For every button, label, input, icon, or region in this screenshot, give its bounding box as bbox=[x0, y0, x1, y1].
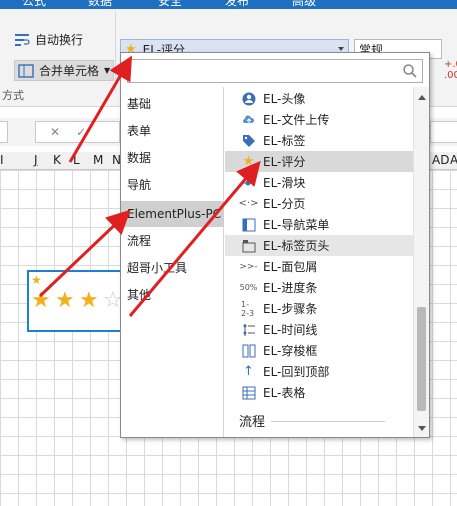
menu-icon bbox=[241, 217, 256, 232]
section-heading: 流程 bbox=[239, 415, 266, 430]
filled-star-icon[interactable]: ★ bbox=[79, 290, 99, 312]
component-item[interactable]: <·> EL-分页 bbox=[225, 193, 413, 214]
component-item[interactable]: EL-表格 bbox=[225, 382, 413, 403]
category-item[interactable]: 流程 bbox=[121, 228, 224, 254]
formula-input[interactable] bbox=[430, 121, 457, 143]
filled-star-icon[interactable]: ★ bbox=[31, 290, 51, 312]
dropdown-arrow-icon[interactable] bbox=[338, 47, 344, 51]
transfer-icon bbox=[241, 343, 256, 358]
category-item[interactable]: 超哥小工具 bbox=[121, 255, 224, 281]
vertical-scrollbar[interactable] bbox=[413, 87, 429, 437]
merge-cells-button[interactable]: 合并单元格 ▼ bbox=[14, 60, 115, 81]
component-item[interactable]: EL-导航菜单 bbox=[225, 214, 413, 235]
wrap-text-label: 自动换行 bbox=[35, 33, 84, 47]
component-item[interactable]: EL-穿梭框 bbox=[225, 340, 413, 361]
category-item[interactable]: 数据 bbox=[121, 145, 224, 171]
column-header-cell[interactable]: M bbox=[93, 153, 103, 167]
column-header-cell[interactable]: K bbox=[53, 153, 61, 167]
column-header-cell[interactable]: A bbox=[450, 153, 457, 167]
component-search-input[interactable] bbox=[127, 59, 423, 83]
component-item[interactable]: EL-标签页头 bbox=[225, 235, 413, 256]
cancel-icon[interactable]: ✕ bbox=[50, 125, 60, 139]
component-item-selected[interactable]: ★ EL-评分 bbox=[225, 151, 413, 172]
rating-widget-cell[interactable]: ★ ★ ★ ★ ☆ bbox=[27, 270, 131, 332]
component-item[interactable]: EL-滑块 bbox=[225, 172, 413, 193]
component-item[interactable]: 1-2-3 EL-步骤条 bbox=[225, 298, 413, 319]
progress-icon: 50% bbox=[239, 283, 258, 292]
scroll-down-icon[interactable] bbox=[418, 426, 426, 431]
category-list: 基础 表单 数据 导航 ElementPlus-PC 流程 超哥小工具 其他 bbox=[121, 87, 224, 437]
timeline-icon bbox=[241, 322, 256, 337]
column-header-cell[interactable]: J bbox=[34, 153, 38, 167]
tab-security[interactable]: 安全 bbox=[158, 0, 182, 8]
table-icon bbox=[241, 385, 256, 400]
name-box[interactable] bbox=[0, 121, 8, 143]
backtop-icon: ↑ bbox=[243, 364, 254, 379]
ribbon-group-caption: 方式 bbox=[2, 89, 24, 102]
component-item[interactable]: EL-标签 bbox=[225, 130, 413, 151]
tabs-icon bbox=[241, 238, 256, 253]
section-divider bbox=[271, 421, 385, 422]
upload-icon bbox=[241, 112, 256, 127]
confirm-icon[interactable]: ✓ bbox=[76, 125, 86, 139]
breadcrumb-icon: >>- bbox=[239, 261, 258, 272]
component-item[interactable]: EL-文件上传 bbox=[225, 109, 413, 130]
wrap-text-button[interactable]: 自动换行 bbox=[14, 31, 83, 48]
avatar-icon bbox=[241, 91, 256, 106]
decimal-format-icon[interactable]: +.0.00 bbox=[444, 59, 457, 81]
category-item[interactable]: 其他 bbox=[121, 282, 224, 308]
rate-star-icon: ★ bbox=[31, 273, 42, 287]
chevron-down-icon[interactable]: ▼ bbox=[104, 66, 110, 75]
component-list: EL-头像 EL-文件上传 EL-标签 ★ EL-评分 EL-滑块 <·> EL… bbox=[225, 87, 413, 437]
category-item[interactable]: 导航 bbox=[121, 172, 224, 198]
ribbon-divider bbox=[115, 11, 116, 91]
wrap-text-icon bbox=[15, 33, 30, 46]
component-picker-popup: 基础 表单 数据 导航 ElementPlus-PC 流程 超哥小工具 其他 E… bbox=[120, 52, 430, 438]
component-item[interactable]: EL-时间线 bbox=[225, 319, 413, 340]
component-item[interactable]: 50% EL-进度条 bbox=[225, 277, 413, 298]
component-item[interactable]: >>- EL-面包屑 bbox=[225, 256, 413, 277]
steps-icon: 1-2-3 bbox=[241, 299, 255, 318]
category-item[interactable]: 表单 bbox=[121, 118, 224, 144]
category-item[interactable]: 基础 bbox=[121, 91, 224, 117]
column-header-cell[interactable]: L bbox=[73, 153, 80, 167]
tab-advanced[interactable]: 高级 bbox=[292, 0, 316, 8]
rate-star-icon: ★ bbox=[242, 154, 255, 169]
filled-star-icon[interactable]: ★ bbox=[55, 290, 75, 312]
scroll-up-icon[interactable] bbox=[418, 95, 426, 100]
scrollbar-thumb[interactable] bbox=[417, 307, 426, 411]
merge-cells-label: 合并单元格 bbox=[39, 64, 100, 78]
pagination-icon: <·> bbox=[238, 198, 259, 209]
component-item[interactable]: ↑ EL-回到顶部 bbox=[225, 361, 413, 382]
tab-formula[interactable]: 公式 bbox=[22, 0, 46, 8]
tab-data[interactable]: 数据 bbox=[88, 0, 112, 8]
ribbon-tab-bar: 公式 数据 安全 发布 高级 bbox=[0, 0, 457, 9]
tab-publish[interactable]: 发布 bbox=[225, 0, 249, 8]
tag-icon bbox=[241, 133, 256, 148]
component-item[interactable]: EL-头像 bbox=[225, 88, 413, 109]
slider-icon bbox=[241, 175, 256, 190]
column-header-cell[interactable]: AD bbox=[432, 153, 449, 167]
search-icon[interactable] bbox=[402, 63, 418, 79]
merge-cells-icon bbox=[18, 63, 34, 78]
column-header-cell[interactable]: I bbox=[0, 153, 4, 167]
category-item-elementplus[interactable]: ElementPlus-PC bbox=[121, 201, 224, 227]
